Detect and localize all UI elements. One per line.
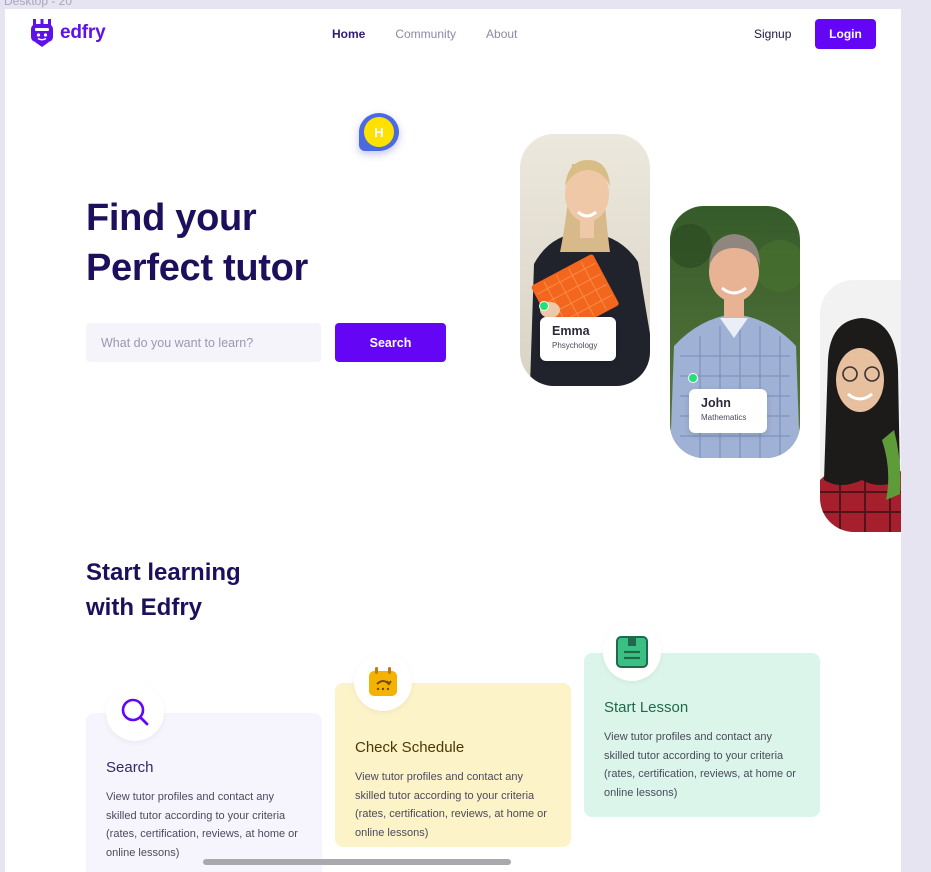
feature-description: View tutor profiles and contact any skil… <box>355 771 547 839</box>
feature-description: View tutor profiles and contact any skil… <box>604 731 796 799</box>
signup-link[interactable]: Signup <box>754 27 791 41</box>
tutor-name: Emma <box>552 324 590 338</box>
brand-name: edfry <box>60 22 106 43</box>
feature-card-search[interactable]: Search View tutor profiles and contact a… <box>86 683 322 872</box>
hero-title-line1: Find your <box>86 197 257 239</box>
feature-card-lesson[interactable]: Start Lesson View tutor profiles and con… <box>584 623 820 817</box>
floating-avatar-badge: H <box>359 113 399 151</box>
online-status-dot <box>539 301 549 311</box>
nav-home[interactable]: Home <box>332 27 365 41</box>
feature-icon-wrapper <box>106 683 164 741</box>
tutor-photo-third[interactable] <box>820 280 901 532</box>
robot-logo-icon <box>31 19 53 47</box>
feature-description: View tutor profiles and contact any skil… <box>106 791 298 859</box>
feature-icon-wrapper <box>354 653 412 711</box>
search-icon <box>121 698 149 726</box>
brand-logo[interactable]: edfry <box>30 18 106 48</box>
section-title: Start learning with Edfry <box>86 555 241 625</box>
tutor-subject: Mathematics <box>701 413 747 422</box>
hero-title-line2: Perfect tutor <box>86 247 309 289</box>
hero-title: Find your Perfect tutor <box>86 193 308 293</box>
badge-letter: H <box>364 117 394 147</box>
tutor-name: John <box>701 396 731 410</box>
main-nav: Home Community About <box>332 27 517 41</box>
frame-label: Desktop - 20 <box>4 0 73 8</box>
tutor-name-tag-emma: Emma Phsychology <box>540 317 616 361</box>
search-input[interactable] <box>86 323 321 362</box>
nav-about[interactable]: About <box>486 27 517 41</box>
feature-title: Start Lesson <box>604 699 689 716</box>
feature-icon-wrapper <box>603 623 661 681</box>
nav-community[interactable]: Community <box>395 27 456 41</box>
login-button[interactable]: Login <box>815 19 876 49</box>
section-title-line2: with Edfry <box>86 594 203 621</box>
search-button[interactable]: Search <box>335 323 446 362</box>
horizontal-scrollbar[interactable] <box>203 859 511 865</box>
online-status-dot <box>688 373 698 383</box>
calendar-icon <box>369 667 397 696</box>
page-frame: edfry Home Community About Signup Login … <box>5 9 901 872</box>
tutor-subject: Phsychology <box>552 341 598 350</box>
feature-title: Check Schedule <box>355 739 465 756</box>
feature-card-schedule[interactable]: Check Schedule View tutor profiles and c… <box>335 653 571 847</box>
feature-title: Search <box>106 759 154 776</box>
tutor-name-tag-john: John Mathematics <box>689 389 767 433</box>
section-title-line1: Start learning <box>86 559 241 586</box>
lesson-book-icon <box>616 636 648 668</box>
